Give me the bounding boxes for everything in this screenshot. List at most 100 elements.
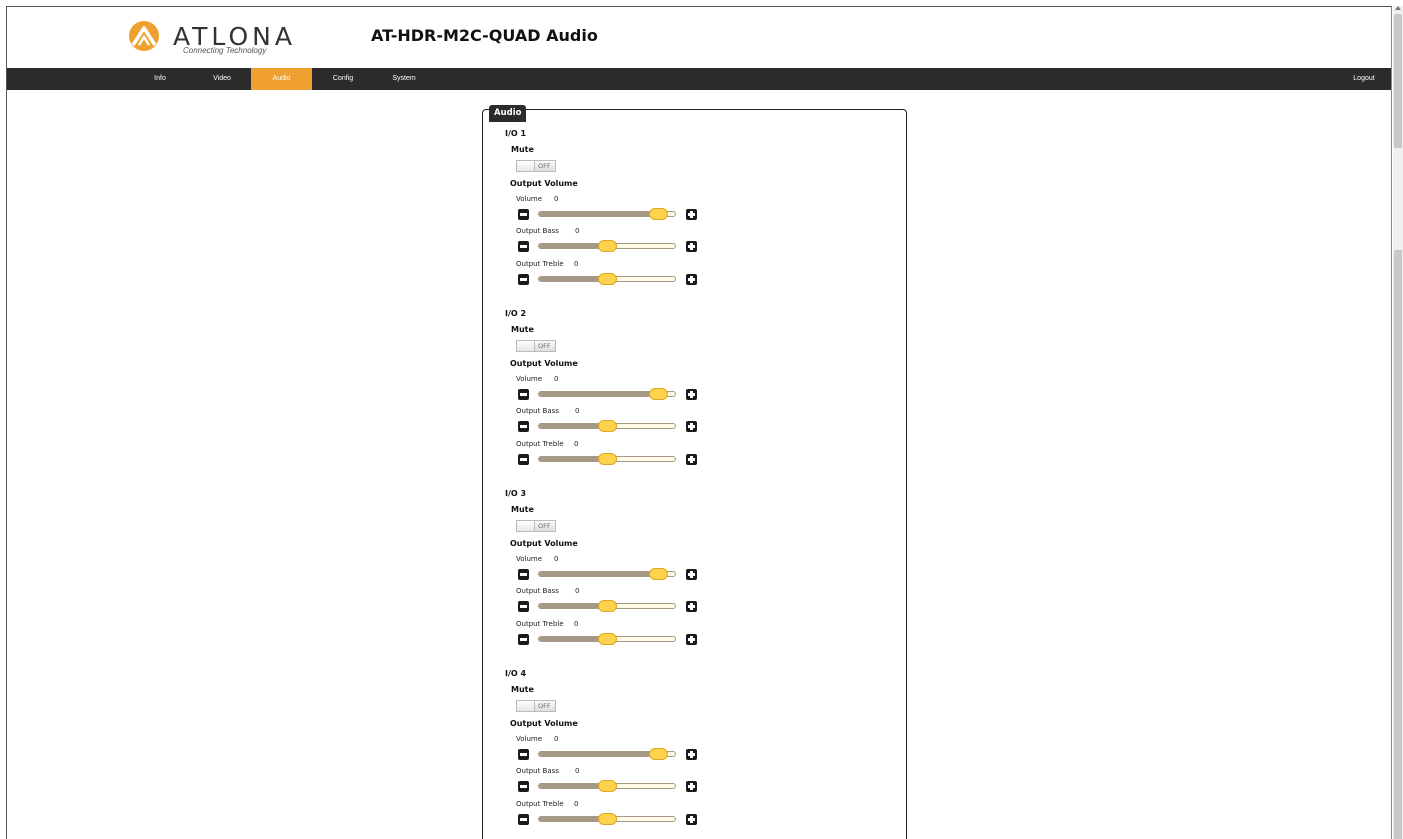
nav-item-audio[interactable]: Audio <box>251 68 312 90</box>
volume-slider-thumb[interactable] <box>649 208 668 220</box>
bass-slider-track[interactable] <box>538 600 676 612</box>
treble-decrease-button[interactable] <box>518 454 529 465</box>
mute-toggle[interactable]: OFF <box>516 520 556 532</box>
volume-decrease-button[interactable] <box>518 209 529 220</box>
volume-slider-thumb[interactable] <box>649 568 668 580</box>
browser-frame: ATLONA Connecting Technology AT-HDR-M2C-… <box>6 6 1392 839</box>
bass-label: Output Bass <box>516 407 559 415</box>
toggle-knob <box>517 341 535 351</box>
volume-label: Volume <box>516 735 543 743</box>
io-title: I/O 3 <box>505 489 527 498</box>
treble-label: Output Treble <box>516 800 564 808</box>
treble-increase-button[interactable] <box>686 814 697 825</box>
volume-decrease-button[interactable] <box>518 569 529 580</box>
bass-increase-button[interactable] <box>686 241 697 252</box>
treble-slider-track[interactable] <box>538 813 676 825</box>
nav-item-system[interactable]: System <box>379 68 429 90</box>
mute-toggle[interactable]: OFF <box>516 160 556 172</box>
bass-increase-button[interactable] <box>686 421 697 432</box>
volume-slider-track[interactable] <box>538 748 676 760</box>
volume-slider-fill <box>539 392 659 396</box>
toggle-knob <box>517 701 535 711</box>
volume-increase-button[interactable] <box>686 569 697 580</box>
volume-slider-thumb[interactable] <box>649 748 668 760</box>
scrollbar-track-lower <box>1394 250 1402 839</box>
io-section-4: I/O 4 Mute OFF Output Volume Volume 0 Ou… <box>483 669 906 839</box>
io-title: I/O 4 <box>505 669 527 678</box>
io-section-1: I/O 1 Mute OFF Output Volume Volume 0 Ou… <box>483 129 906 309</box>
bass-decrease-button[interactable] <box>518 421 529 432</box>
bass-slider-thumb[interactable] <box>598 780 617 792</box>
io-title: I/O 1 <box>505 129 527 138</box>
treble-decrease-button[interactable] <box>518 274 529 285</box>
page-header: ATLONA Connecting Technology AT-HDR-M2C-… <box>7 7 1391 68</box>
volume-increase-button[interactable] <box>686 209 697 220</box>
treble-label: Output Treble <box>516 620 564 628</box>
treble-slider-track[interactable] <box>538 453 676 465</box>
bass-value: 0 <box>575 587 580 595</box>
treble-increase-button[interactable] <box>686 454 697 465</box>
treble-slider-track[interactable] <box>538 633 676 645</box>
bass-decrease-button[interactable] <box>518 241 529 252</box>
toggle-knob <box>517 161 535 171</box>
toggle-state-text: OFF <box>538 702 551 710</box>
volume-decrease-button[interactable] <box>518 749 529 760</box>
main-nav: Info Video Audio Config System Logout <box>7 68 1391 90</box>
treble-increase-button[interactable] <box>686 274 697 285</box>
nav-item-config[interactable]: Config <box>319 68 367 90</box>
volume-slider-track[interactable] <box>538 568 676 580</box>
volume-slider-fill <box>539 212 659 216</box>
atlona-logo[interactable]: ATLONA Connecting Technology <box>127 19 317 55</box>
treble-decrease-button[interactable] <box>518 634 529 645</box>
bass-slider-thumb[interactable] <box>598 240 617 252</box>
treble-slider-thumb[interactable] <box>598 453 617 465</box>
output-volume-label: Output Volume <box>510 719 578 728</box>
bass-value: 0 <box>575 767 580 775</box>
volume-slider-track[interactable] <box>538 208 676 220</box>
bass-slider-track[interactable] <box>538 240 676 252</box>
nav-item-info[interactable]: Info <box>136 68 184 90</box>
volume-increase-button[interactable] <box>686 389 697 400</box>
bass-slider-track[interactable] <box>538 780 676 792</box>
bass-increase-button[interactable] <box>686 601 697 612</box>
treble-slider-thumb[interactable] <box>598 813 617 825</box>
audio-panel: Audio I/O 1 Mute OFF Output Volume Volum… <box>482 105 907 839</box>
bass-label: Output Bass <box>516 227 559 235</box>
toggle-state-text: OFF <box>538 162 551 170</box>
toggle-knob <box>517 521 535 531</box>
mute-toggle[interactable]: OFF <box>516 340 556 352</box>
scroll-up-icon[interactable] <box>1395 6 1401 10</box>
volume-label: Volume <box>516 375 543 383</box>
volume-slider-thumb[interactable] <box>649 388 668 400</box>
treble-value: 0 <box>574 440 579 448</box>
bass-increase-button[interactable] <box>686 781 697 792</box>
bass-slider-track[interactable] <box>538 420 676 432</box>
vertical-scrollbar[interactable] <box>1393 6 1403 839</box>
volume-slider-track[interactable] <box>538 388 676 400</box>
volume-label: Volume <box>516 555 543 563</box>
treble-increase-button[interactable] <box>686 634 697 645</box>
output-volume-label: Output Volume <box>510 359 578 368</box>
bass-decrease-button[interactable] <box>518 601 529 612</box>
nav-item-video[interactable]: Video <box>197 68 247 90</box>
volume-value: 0 <box>554 555 559 563</box>
bass-slider-thumb[interactable] <box>598 420 617 432</box>
treble-decrease-button[interactable] <box>518 814 529 825</box>
toggle-state-text: OFF <box>538 342 551 350</box>
volume-value: 0 <box>554 195 559 203</box>
bass-label: Output Bass <box>516 587 559 595</box>
volume-decrease-button[interactable] <box>518 389 529 400</box>
logout-link[interactable]: Logout <box>1339 68 1389 90</box>
treble-label: Output Treble <box>516 440 564 448</box>
io-section-3: I/O 3 Mute OFF Output Volume Volume 0 Ou… <box>483 489 906 669</box>
treble-slider-thumb[interactable] <box>598 273 617 285</box>
bass-decrease-button[interactable] <box>518 781 529 792</box>
treble-slider-track[interactable] <box>538 273 676 285</box>
mute-label: Mute <box>511 505 534 514</box>
io-title: I/O 2 <box>505 309 527 318</box>
bass-slider-thumb[interactable] <box>598 600 617 612</box>
mute-toggle[interactable]: OFF <box>516 700 556 712</box>
volume-increase-button[interactable] <box>686 749 697 760</box>
scrollbar-thumb[interactable] <box>1394 14 1402 148</box>
treble-slider-thumb[interactable] <box>598 633 617 645</box>
